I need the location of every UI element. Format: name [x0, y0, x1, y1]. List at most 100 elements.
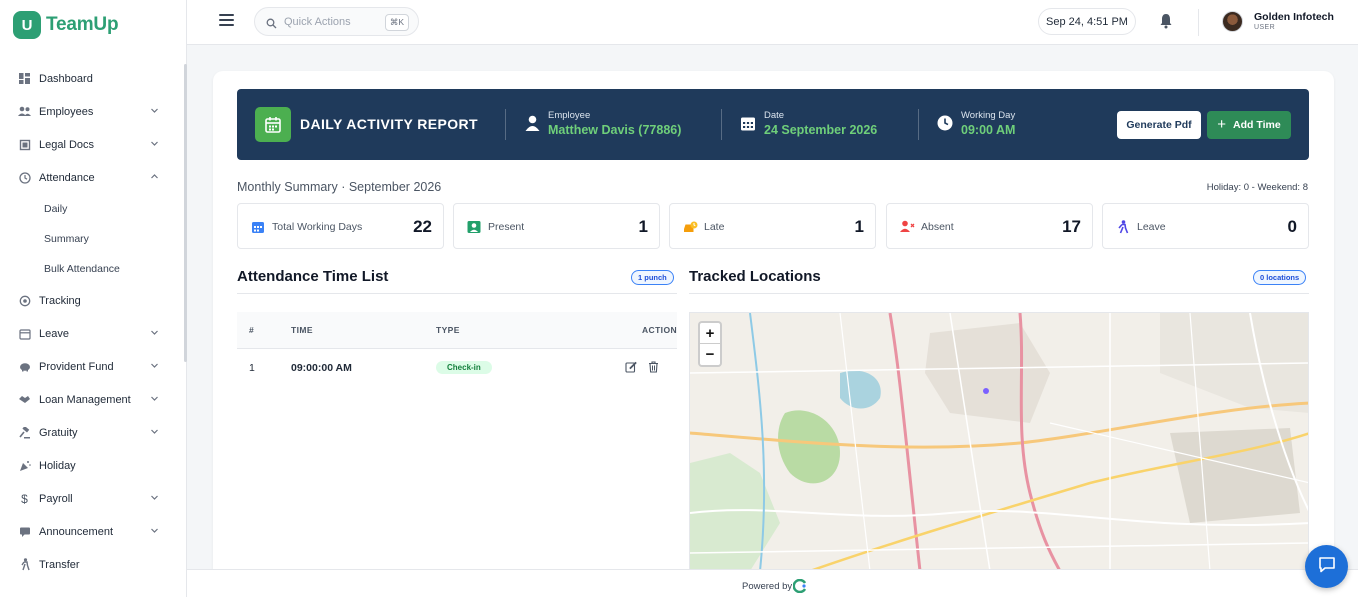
plus-icon: + [1217, 116, 1227, 133]
sidebar-item-transfer[interactable]: Transfer [0, 548, 184, 581]
stat-card-total-working-days: Total Working Days 22 [237, 203, 444, 249]
avatar[interactable] [1222, 11, 1243, 32]
quick-actions-search[interactable]: Quick Actions ⌘K [254, 7, 419, 36]
clock-icon [18, 171, 31, 184]
working-day-label: Working Day [961, 110, 1016, 121]
sidebar-item-holiday[interactable]: Holiday [0, 449, 184, 482]
walking-icon [18, 558, 31, 571]
brand[interactable]: U TeamUp [13, 10, 119, 40]
report-banner: DAILY ACTIVITY REPORT Employee Matthew D… [237, 89, 1309, 160]
working-day-value: 09:00 AM [961, 123, 1016, 137]
chevron-down-icon [150, 394, 160, 404]
sidebar-item-label: Attendance [39, 171, 95, 184]
sidebar-scrollbar[interactable] [184, 64, 187, 362]
zoom-in-button[interactable]: + [700, 323, 720, 344]
sidebar-item-label: Tracking [39, 294, 81, 307]
user-icon [525, 115, 541, 133]
zoom-out-button[interactable]: − [700, 344, 720, 365]
sidebar-item-loan-management[interactable]: Loan Management [0, 383, 184, 416]
employee-value: Matthew Davis (77886) [548, 123, 682, 137]
banner-separator [918, 109, 919, 140]
column-header: ACTION [642, 325, 677, 335]
banner-separator [721, 109, 722, 140]
sidebar-item-label: Legal Docs [39, 138, 95, 151]
menu-toggle-icon[interactable] [219, 14, 234, 27]
footer: Powered by [187, 569, 1358, 597]
tracked-locations-title: Tracked Locations [689, 268, 821, 285]
sidebar: U TeamUp Dashboard Employees Legal Docs [0, 0, 187, 597]
users-icon [18, 105, 31, 118]
table-row: 1 09:00:00 AM Check-in [237, 349, 677, 386]
generate-pdf-button[interactable]: Generate Pdf [1117, 111, 1201, 139]
bell-icon[interactable] [1159, 13, 1173, 29]
stat-card-present: Present 1 [453, 203, 660, 249]
chevron-down-icon [150, 493, 160, 503]
sidebar-item-legal-docs[interactable]: Legal Docs [0, 128, 184, 161]
attendance-table: # TIME TYPE ACTION 1 09:00:00 AM Check-i… [237, 312, 677, 386]
handshake-icon [18, 393, 31, 406]
sidebar-item-dashboard[interactable]: Dashboard [0, 62, 184, 95]
sidebar-item-label: Employees [39, 105, 94, 118]
sidebar-item-label: Holiday [39, 459, 76, 472]
section-divider [237, 293, 677, 294]
date-value: 24 September 2026 [764, 123, 878, 137]
sidebar-item-tracking[interactable]: Tracking [0, 284, 184, 317]
sidebar-item-gratuity[interactable]: Gratuity [0, 416, 184, 449]
powered-by-logo-icon[interactable] [792, 578, 807, 594]
sidebar-item-leave[interactable]: Leave [0, 317, 184, 350]
user-check-icon [467, 220, 481, 234]
stat-value: 1 [638, 217, 648, 236]
sidebar-item-attendance[interactable]: Attendance [0, 161, 184, 194]
banner-title: DAILY ACTIVITY REPORT [300, 116, 478, 132]
gavel-icon [18, 426, 31, 439]
chevron-down-icon [150, 139, 160, 149]
document-icon [18, 138, 31, 151]
sidebar-item-provident-fund[interactable]: Provident Fund [0, 350, 184, 383]
calendar-icon [251, 220, 265, 234]
stat-label: Late [704, 221, 725, 233]
sidebar-item-payroll[interactable]: $ Payroll [0, 482, 184, 515]
tracked-locations-map[interactable]: + − [689, 312, 1309, 570]
clock-icon [937, 115, 953, 133]
zoom-controls: + − [698, 321, 722, 367]
piggy-bank-icon [18, 360, 31, 373]
calendar-icon [740, 115, 756, 133]
chevron-down-icon [150, 361, 160, 371]
table-header: # TIME TYPE ACTION [237, 312, 677, 349]
sidebar-item-label: Transfer [39, 558, 80, 571]
chat-button[interactable] [1305, 545, 1348, 588]
chevron-down-icon [150, 526, 160, 536]
add-time-label: Add Time [1233, 119, 1281, 131]
calendar-icon [255, 107, 291, 142]
column-header: TYPE [436, 325, 460, 335]
user-name[interactable]: Golden Infotech [1254, 11, 1334, 23]
stat-label: Present [488, 221, 525, 233]
brand-name: TeamUp [46, 14, 119, 35]
sidebar-subitem-summary[interactable]: Summary [0, 224, 184, 254]
sidebar-item-label: Provident Fund [39, 360, 114, 373]
chevron-up-icon [150, 172, 160, 182]
quick-actions-placeholder: Quick Actions [284, 15, 351, 28]
sidebar-item-label: Loan Management [39, 393, 131, 406]
stat-label: Leave [1137, 221, 1166, 233]
edit-icon[interactable] [625, 361, 637, 373]
column-header: # [249, 325, 255, 335]
sidebar-item-label: Gratuity [39, 426, 78, 439]
stat-value: 1 [854, 217, 864, 236]
stat-value: 0 [1287, 217, 1297, 236]
sidebar-subitem-bulk-attendance[interactable]: Bulk Attendance [0, 254, 184, 284]
trash-icon[interactable] [648, 361, 660, 373]
keyboard-shortcut-badge: ⌘K [384, 14, 409, 31]
sidebar-item-employees[interactable]: Employees [0, 95, 184, 128]
sidebar-subitem-daily[interactable]: Daily [0, 194, 184, 224]
holiday-weekend-count: Holiday: 0 - Weekend: 8 [1206, 182, 1308, 193]
main-card: DAILY ACTIVITY REPORT Employee Matthew D… [213, 71, 1334, 581]
add-time-button[interactable]: + Add Time [1207, 111, 1291, 139]
stat-card-leave: Leave 0 [1102, 203, 1309, 249]
user-role: USER [1254, 24, 1276, 31]
chat-bubble-icon [1318, 555, 1336, 578]
banner-separator [505, 109, 506, 140]
datetime-pill: Sep 24, 4:51 PM [1038, 8, 1136, 35]
search-icon [266, 16, 277, 29]
sidebar-item-announcement[interactable]: Announcement [0, 515, 184, 548]
